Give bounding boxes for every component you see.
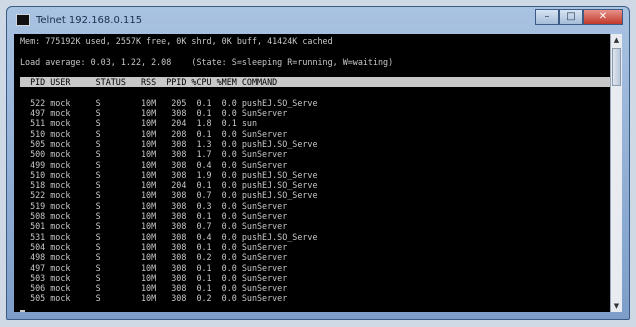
scroll-down-icon[interactable]: ▼	[611, 300, 622, 312]
process-row: 505 mock S 10M 308 0.2 0.0 SunServer	[20, 293, 288, 304]
process-row: 499 mock S 10M 308 0.4 0.0 SunServer	[20, 159, 288, 170]
scroll-thumb[interactable]	[612, 48, 621, 86]
process-row: 497 mock S 10M 308 0.1 0.0 SunServer	[20, 108, 288, 119]
process-row: 501 mock S 10M 308 0.7 0.0 SunServer	[20, 221, 288, 232]
process-row: 510 mock S 10M 308 1.9 0.0 pushEJ.SO_Ser…	[20, 169, 318, 180]
close-button[interactable]: ✕	[583, 9, 623, 25]
terminal-window: Telnet 192.168.0.115 – □ ✕ Mem: 775192K …	[6, 6, 630, 320]
process-row: 522 mock S 10M 308 0.7 0.0 pushEJ.SO_Ser…	[20, 190, 318, 201]
process-row: 505 mock S 10M 308 1.3 0.0 pushEJ.SO_Ser…	[20, 138, 318, 149]
window-title: Telnet 192.168.0.115	[36, 14, 143, 26]
text-cursor	[20, 309, 25, 312]
process-table: 522 mock S 10M 205 0.1 0.0 pushEJ.SO_Ser…	[20, 98, 612, 304]
process-row: 506 mock S 10M 308 0.1 0.0 SunServer	[20, 283, 288, 294]
console-icon	[16, 14, 30, 26]
title-bar[interactable]: Telnet 192.168.0.115 – □ ✕	[7, 7, 629, 33]
process-row: 508 mock S 10M 308 0.1 0.0 SunServer	[20, 211, 288, 222]
load-average-line: Load average: 0.03, 1.22, 2.08 (State: S…	[20, 56, 394, 67]
process-row: 510 mock S 10M 208 0.1 0.0 SunServer	[20, 128, 288, 139]
process-row: 519 mock S 10M 308 0.3 0.0 SunServer	[20, 200, 288, 211]
minimize-button[interactable]: –	[535, 9, 559, 25]
console-output[interactable]: Mem: 775192K used, 2557K free, 0K shrd, …	[14, 34, 612, 312]
process-row: 498 mock S 10M 308 0.2 0.0 SunServer	[20, 252, 288, 263]
process-row: 511 mock S 10M 204 1.8 0.1 sun	[20, 118, 257, 129]
process-row: 504 mock S 10M 308 0.1 0.0 SunServer	[20, 241, 288, 252]
process-row: 500 mock S 10M 308 1.7 0.0 SunServer	[20, 149, 288, 160]
process-row: 531 mock S 10M 308 0.4 0.0 pushEJ.SO_Ser…	[20, 231, 318, 242]
process-table-header: PID USER STATUS RSS PPID %CPU %MEM COMMA…	[20, 77, 612, 88]
memory-line: Mem: 775192K used, 2557K free, 0K shrd, …	[20, 36, 333, 46]
process-row: 497 mock S 10M 308 0.1 0.0 SunServer	[20, 262, 288, 273]
vertical-scrollbar[interactable]: ▲ ▼	[610, 34, 622, 312]
window-controls: – □ ✕	[535, 9, 623, 25]
process-row: 518 mock S 10M 204 0.1 0.0 pushEJ.SO_Ser…	[20, 180, 318, 191]
maximize-button[interactable]: □	[559, 9, 583, 25]
scroll-up-icon[interactable]: ▲	[611, 34, 622, 46]
process-row: 503 mock S 10M 308 0.1 0.0 SunServer	[20, 272, 288, 283]
process-row: 522 mock S 10M 205 0.1 0.0 pushEJ.SO_Ser…	[20, 97, 318, 108]
